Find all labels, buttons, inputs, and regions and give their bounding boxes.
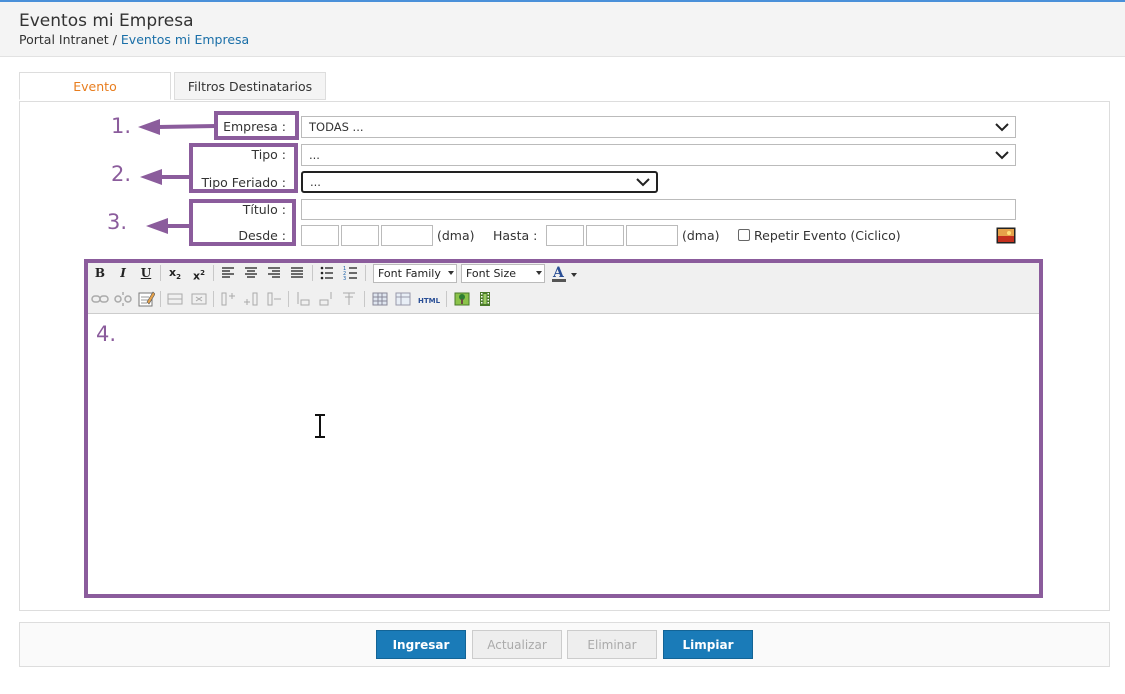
repetir-evento-checkbox[interactable] (738, 229, 750, 241)
link-icon (91, 295, 109, 303)
bullet-list-icon[interactable] (318, 264, 336, 282)
desde-format-hint: (dma) (437, 228, 475, 243)
toolbar-separator (365, 265, 366, 281)
numbered-list-icon[interactable]: 123 (342, 264, 360, 282)
hasta-format-hint: (dma) (682, 228, 720, 243)
annotation-number-1: 1. (111, 114, 132, 138)
unlink-icon (114, 292, 132, 306)
delete-row-icon (191, 293, 207, 305)
breadcrumb: Portal Intranet / Eventos mi Empresa (19, 32, 249, 47)
split-cell-icon (297, 292, 310, 306)
font-size-label: Font Size (466, 267, 517, 280)
annotation-number-2: 2. (111, 162, 132, 186)
annotation-number-3: 3. (107, 210, 128, 234)
actualizar-button[interactable]: Actualizar (472, 630, 562, 659)
align-justify-icon[interactable] (288, 264, 306, 282)
tipo-select-value: ... (309, 148, 320, 162)
font-color-icon[interactable]: A (551, 264, 577, 283)
svg-text:3: 3 (343, 276, 346, 282)
insert-media-icon[interactable] (476, 290, 494, 308)
toolbar-separator (213, 291, 214, 307)
edit-html-icon[interactable] (137, 290, 155, 308)
chevron-down-icon (636, 178, 650, 187)
hasta-label: Hasta : (493, 228, 538, 243)
insert-column-before-icon (221, 292, 235, 306)
cell-properties-icon (343, 292, 355, 305)
eliminar-button[interactable]: Eliminar (567, 630, 657, 659)
breadcrumb-root[interactable]: Portal Intranet (19, 32, 109, 47)
toolbar-separator (312, 265, 313, 281)
text-cursor-icon (315, 414, 325, 438)
toolbar-separator (364, 291, 365, 307)
rich-text-editor: B I U x2 x2 123 Font Family Font Size A (84, 259, 1043, 598)
image-picker-icon[interactable] (996, 227, 1016, 244)
desde-day-input[interactable] (301, 225, 339, 246)
editor-toolbar: B I U x2 x2 123 Font Family Font Size A (88, 263, 1039, 314)
empresa-select[interactable]: TODAS ... (301, 116, 1016, 138)
ingresar-button[interactable]: Ingresar (376, 630, 466, 659)
bold-icon[interactable]: B (91, 264, 109, 282)
toolbar-separator (446, 291, 447, 307)
insert-column-after-icon (244, 292, 258, 306)
align-center-icon[interactable] (242, 264, 260, 282)
font-size-select[interactable]: Font Size (461, 264, 545, 283)
align-right-icon[interactable] (265, 264, 283, 282)
toolbar-separator (160, 291, 161, 307)
limpiar-button[interactable]: Limpiar (663, 630, 753, 659)
svg-text:A: A (552, 265, 565, 281)
page-header: Eventos mi Empresa Portal Intranet / Eve… (0, 2, 1125, 57)
tab-filtros-destinatarios[interactable]: Filtros Destinatarios (174, 72, 326, 100)
tab-evento[interactable]: Evento (19, 72, 171, 100)
hasta-year-input[interactable] (626, 225, 678, 246)
editor-content-area[interactable] (88, 314, 1039, 594)
hasta-month-input[interactable] (586, 225, 624, 246)
font-family-label: Font Family (378, 267, 441, 280)
superscript-icon[interactable]: x2 (190, 264, 208, 283)
html-source-icon[interactable]: HTML (417, 291, 441, 309)
tipo-feriado-select-value: ... (310, 175, 321, 189)
chevron-down-icon (995, 123, 1009, 132)
italic-icon[interactable]: I (114, 264, 132, 282)
hasta-day-input[interactable] (546, 225, 584, 246)
breadcrumb-current[interactable]: Eventos mi Empresa (121, 32, 249, 47)
tipo-feriado-select[interactable]: ... (301, 171, 658, 193)
insert-row-icon (167, 293, 183, 305)
breadcrumb-separator: / (112, 32, 117, 47)
insert-image-icon[interactable] (453, 290, 471, 308)
annotation-arrows (138, 119, 217, 234)
underline-icon[interactable]: U (137, 264, 155, 282)
empresa-select-value: TODAS ... (309, 120, 364, 134)
font-family-select[interactable]: Font Family (373, 264, 457, 283)
action-button-bar (19, 622, 1110, 667)
repetir-evento-label[interactable]: Repetir Evento (Ciclico) (754, 228, 901, 243)
titulo-input[interactable] (301, 199, 1016, 220)
merge-cell-icon (319, 292, 332, 306)
toolbar-separator (213, 265, 214, 281)
align-left-icon[interactable] (219, 264, 237, 282)
svg-text:HTML: HTML (418, 297, 441, 305)
insert-table-icon[interactable] (371, 290, 389, 308)
annotation-number-4: 4. (96, 322, 117, 346)
toolbar-separator (288, 291, 289, 307)
tipo-select[interactable]: ... (301, 144, 1016, 166)
desde-year-input[interactable] (381, 225, 433, 246)
chevron-down-icon (995, 151, 1009, 160)
annotation-box-empresa (214, 111, 299, 140)
table-properties-icon[interactable] (394, 290, 412, 308)
delete-column-icon (267, 292, 281, 306)
desde-month-input[interactable] (341, 225, 379, 246)
page-title: Eventos mi Empresa (19, 11, 194, 31)
toolbar-separator (160, 265, 161, 281)
subscript-icon[interactable]: x2 (166, 264, 184, 282)
